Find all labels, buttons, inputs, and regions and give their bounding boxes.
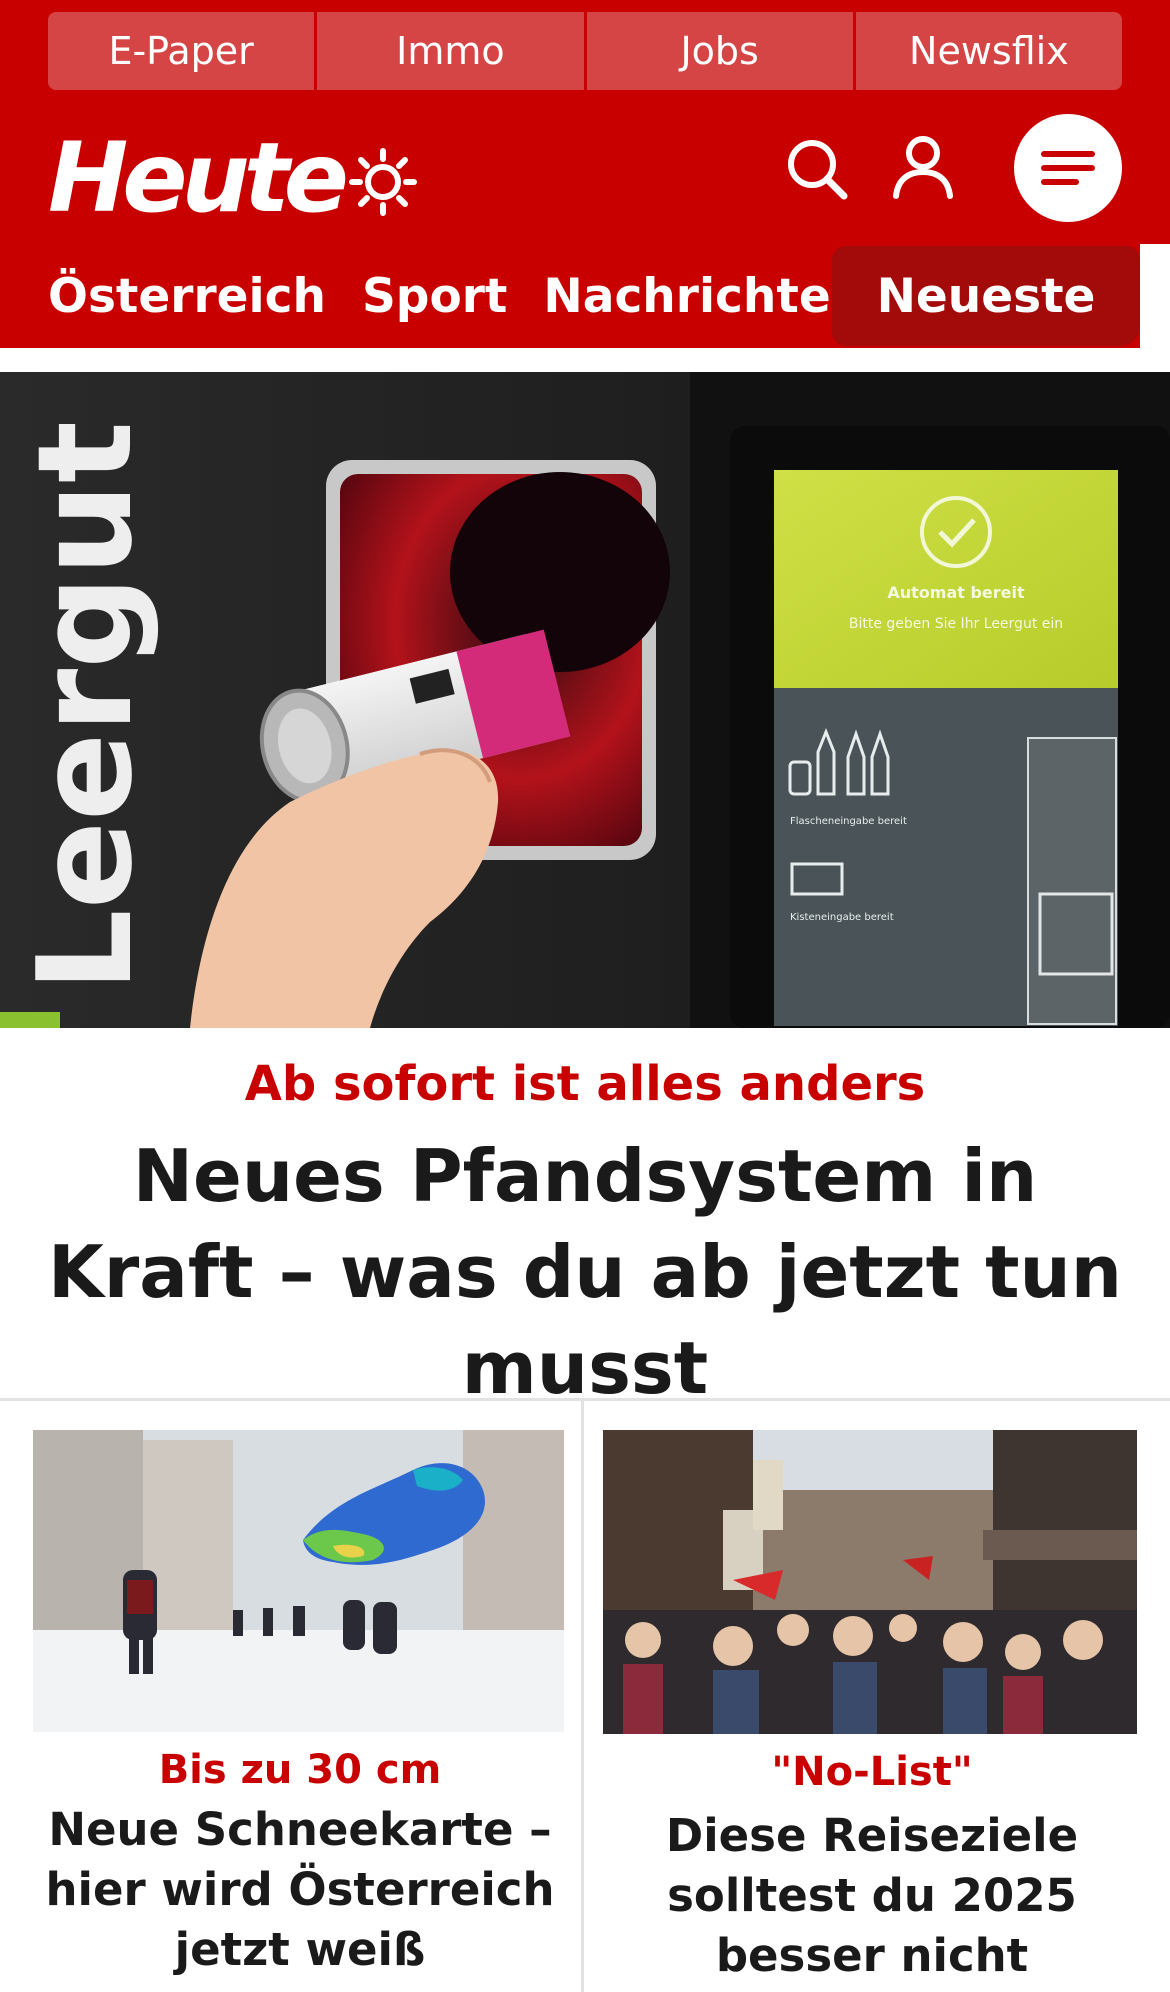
wall-lettering: Leergut bbox=[9, 421, 161, 992]
nav-sport[interactable]: Sport bbox=[362, 269, 507, 324]
nav-neueste[interactable]: Neueste bbox=[832, 246, 1140, 346]
screen-title: Automat bereit bbox=[887, 583, 1025, 602]
column-divider bbox=[581, 1398, 584, 1992]
hero-kicker[interactable]: Ab sofort ist alles anders bbox=[0, 1052, 1170, 1116]
topnav-newsflix[interactable]: Newsflix bbox=[855, 12, 1122, 90]
top-service-nav: E-Paper Immo Jobs Newsflix bbox=[48, 12, 1122, 90]
card-image-snow[interactable] bbox=[33, 1430, 564, 1732]
nav-edge bbox=[1140, 244, 1170, 348]
topnav-immo[interactable]: Immo bbox=[317, 12, 587, 90]
search-icon[interactable] bbox=[784, 136, 850, 202]
topnav-epaper[interactable]: E-Paper bbox=[48, 12, 318, 90]
menu-icon bbox=[1041, 151, 1095, 185]
section-nav: Österreich Sport Nachrichten bbox=[0, 244, 900, 348]
nav-oesterreich[interactable]: Österreich bbox=[48, 269, 326, 324]
topnav-jobs[interactable]: Jobs bbox=[586, 12, 856, 90]
screen-subtitle: Bitte geben Sie Ihr Leergut ein bbox=[849, 616, 1063, 632]
screen-crate-label: Kisteneingabe bereit bbox=[790, 912, 894, 923]
card-headline[interactable]: Neue Schneekarte – hier wird Österreich … bbox=[20, 1800, 580, 1980]
nav-nachrichten[interactable]: Nachrichten bbox=[543, 269, 864, 324]
site-logo[interactable]: Heute bbox=[48, 128, 349, 228]
card-headline[interactable]: Diese Reiseziele solltest du 2025 besser… bbox=[594, 1806, 1150, 1992]
card-kicker[interactable]: "No-List" bbox=[594, 1746, 1150, 1798]
hero-image[interactable]: Automat bereit Bitte geben Sie Ihr Leerg… bbox=[0, 372, 1170, 1028]
hero-headline[interactable]: Neues Pfandsystem in Kraft – was du ab j… bbox=[40, 1128, 1130, 1416]
screen-bottle-label: Flascheneingabe bereit bbox=[790, 816, 907, 827]
sun-icon[interactable] bbox=[348, 147, 418, 217]
card-kicker[interactable]: Bis zu 30 cm bbox=[20, 1744, 580, 1796]
user-icon[interactable] bbox=[890, 134, 956, 200]
menu-button[interactable] bbox=[1014, 114, 1122, 222]
divider bbox=[0, 1398, 1170, 1401]
card-image-crowd[interactable] bbox=[603, 1430, 1137, 1734]
